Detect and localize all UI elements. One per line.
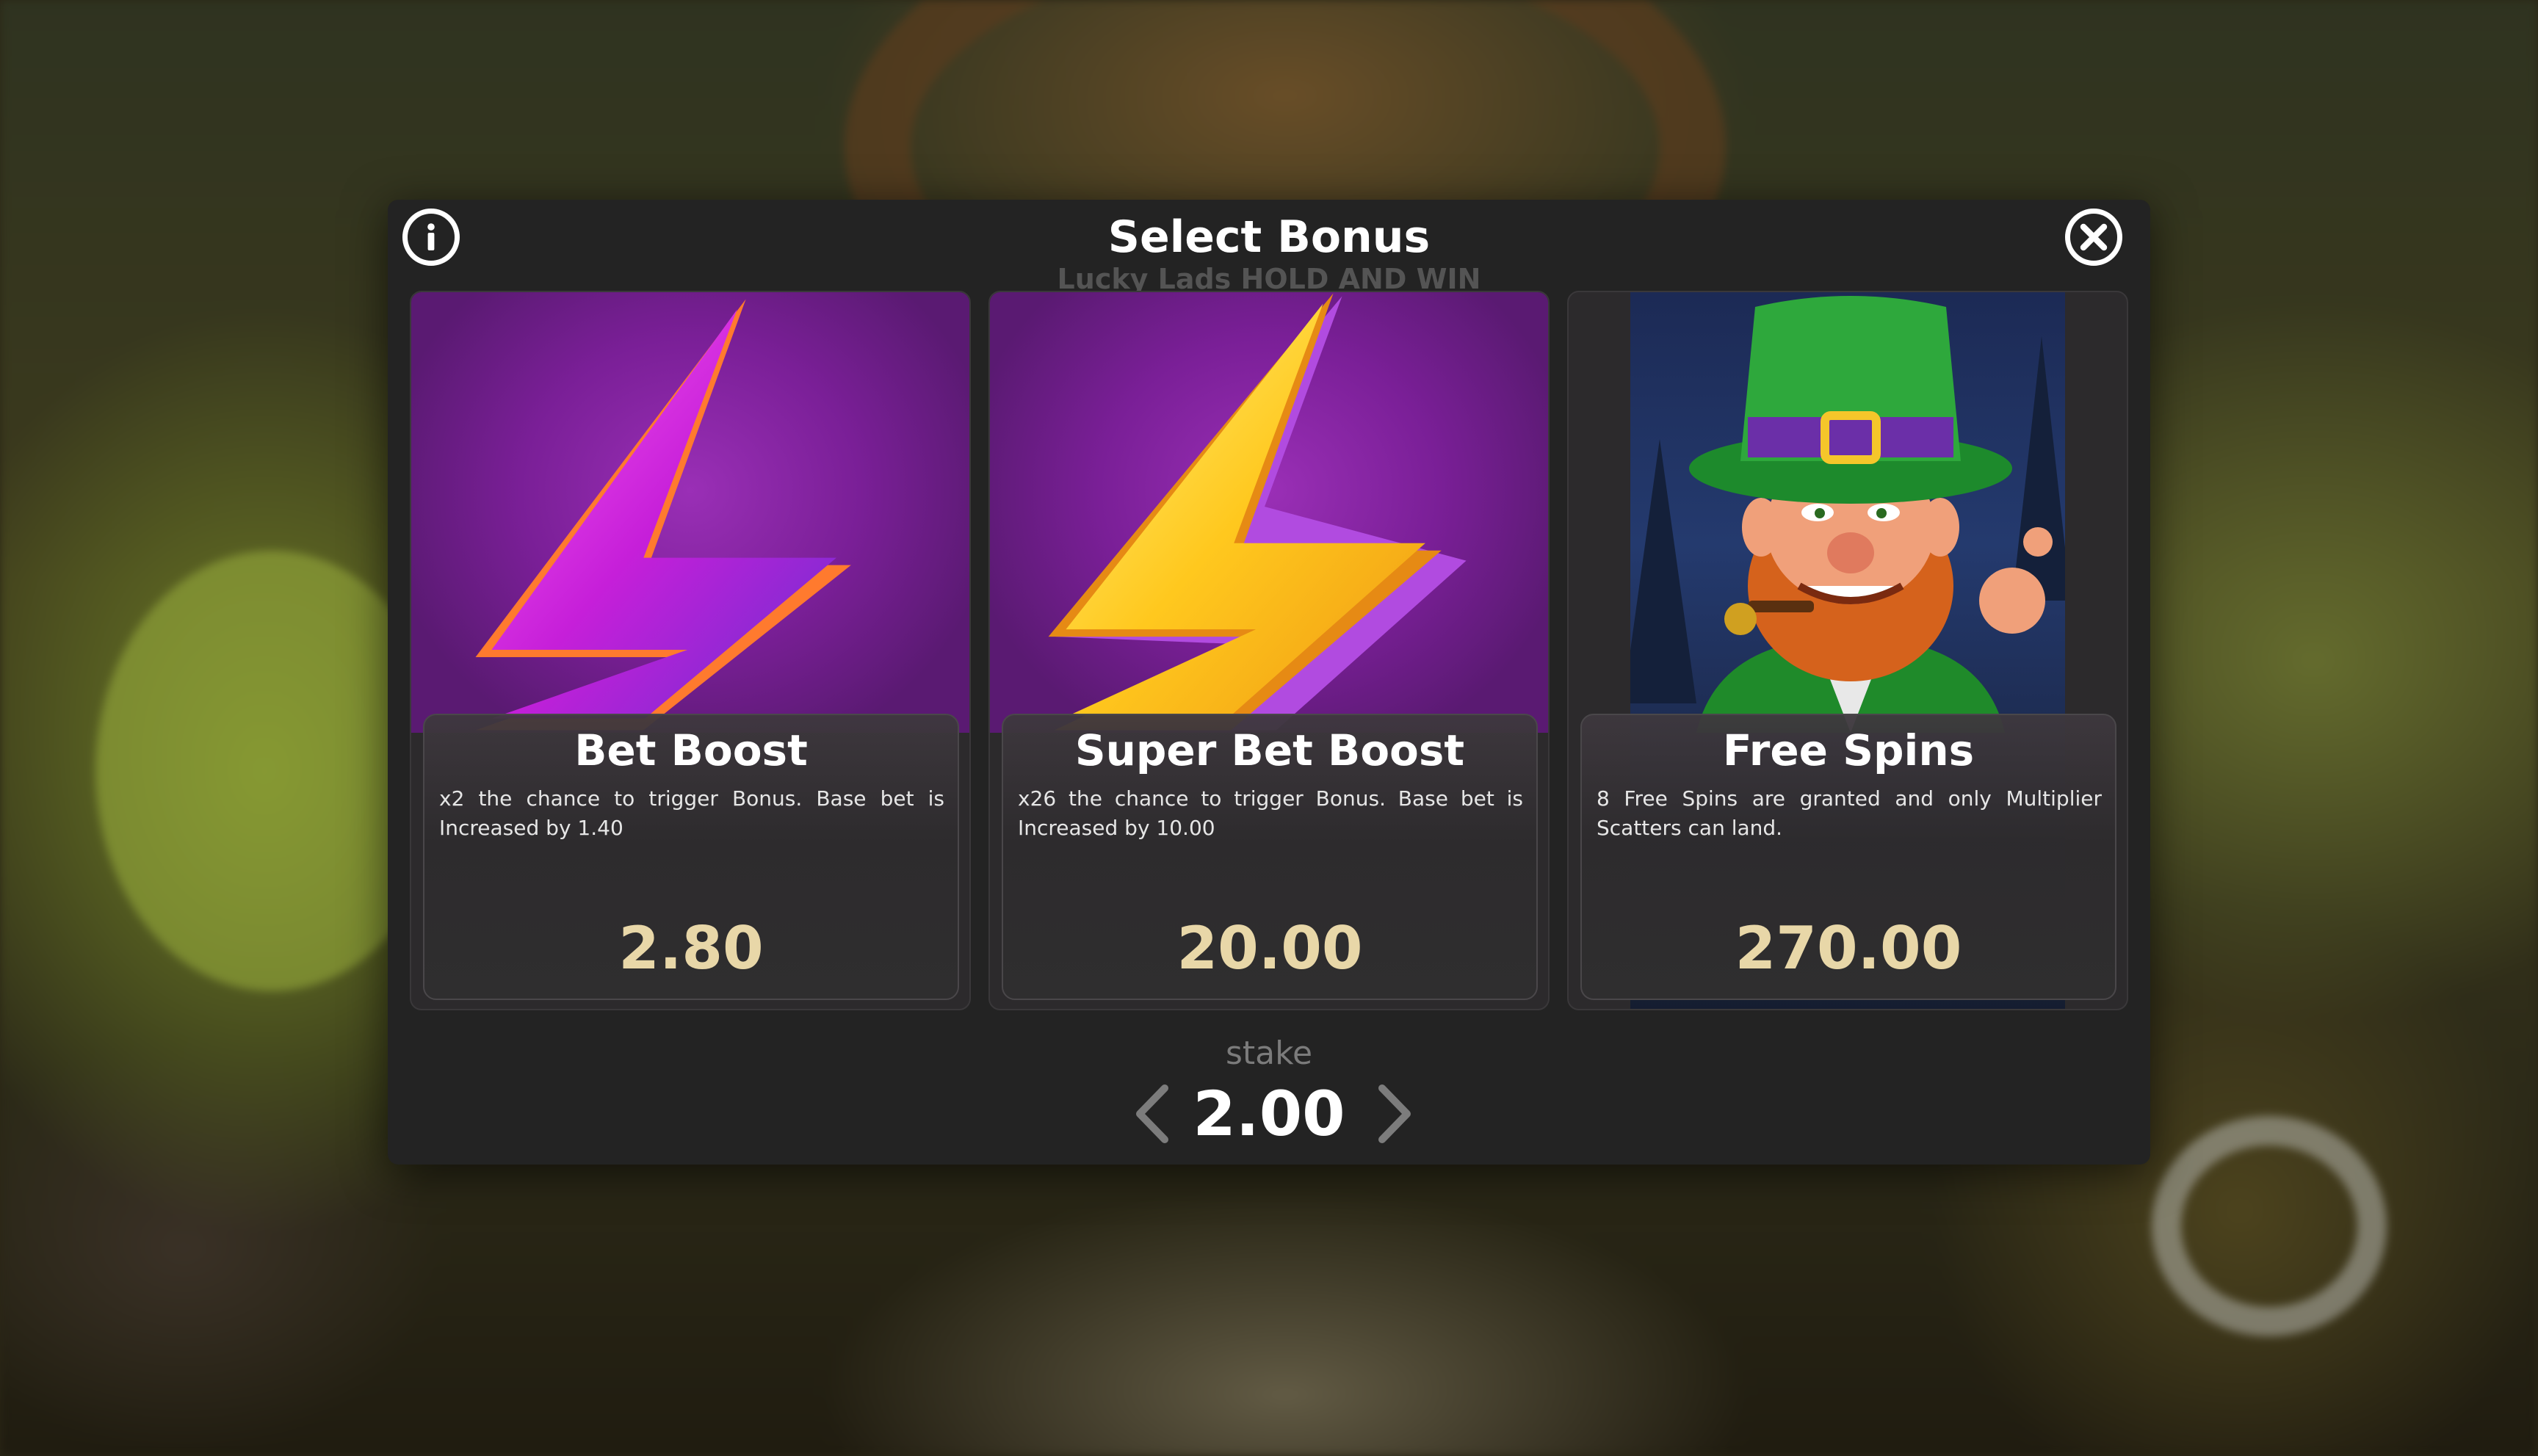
bonus-card-super-bet-boost[interactable]: Super Bet Boost x26 the chance to trigge… [988, 291, 1550, 1010]
purple-lightning-bolt-image [411, 292, 969, 733]
card-price: 2.80 [618, 914, 764, 982]
gold-lightning-bolt-image [990, 292, 1548, 733]
card-price: 270.00 [1735, 914, 1962, 982]
card-price: 20.00 [1176, 914, 1363, 982]
lightning-bolt-icon [475, 299, 851, 731]
background-wheel [2152, 1116, 2387, 1336]
bonus-card-bet-boost[interactable]: Bet Boost x2 the chance to trigger Bonus… [410, 291, 971, 1010]
chevron-right-icon [1378, 1084, 1411, 1143]
card-info-panel: Bet Boost x2 the chance to trigger Bonus… [423, 714, 959, 1000]
bonus-card-free-spins[interactable]: Free Spins 8 Free Spins are granted and … [1567, 291, 2128, 1010]
stake-label: stake [1225, 1035, 1313, 1072]
card-info-panel: Free Spins 8 Free Spins are granted and … [1580, 714, 2116, 1000]
card-description: 8 Free Spins are granted and only Multip… [1597, 786, 2102, 840]
card-info-panel: Super Bet Boost x26 the chance to trigge… [1002, 714, 1538, 1000]
lightning-bolt-icon [1048, 293, 1467, 731]
select-bonus-dialog: Select Bonus Lucky Lads HOLD AND WIN Bet… [388, 200, 2150, 1165]
close-button[interactable] [2065, 209, 2122, 266]
card-title: Super Bet Boost [1074, 725, 1465, 775]
card-title: Bet Boost [574, 725, 808, 775]
card-description: x26 the chance to trigger Bonus. Base be… [1018, 786, 1523, 840]
stake-increase-button[interactable] [1373, 1081, 1417, 1147]
card-description: x2 the chance to trigger Bonus. Base bet… [439, 786, 944, 840]
card-title: Free Spins [1722, 725, 1975, 775]
close-icon [2080, 223, 2108, 251]
stake-value: 2.00 [1193, 1078, 1345, 1150]
